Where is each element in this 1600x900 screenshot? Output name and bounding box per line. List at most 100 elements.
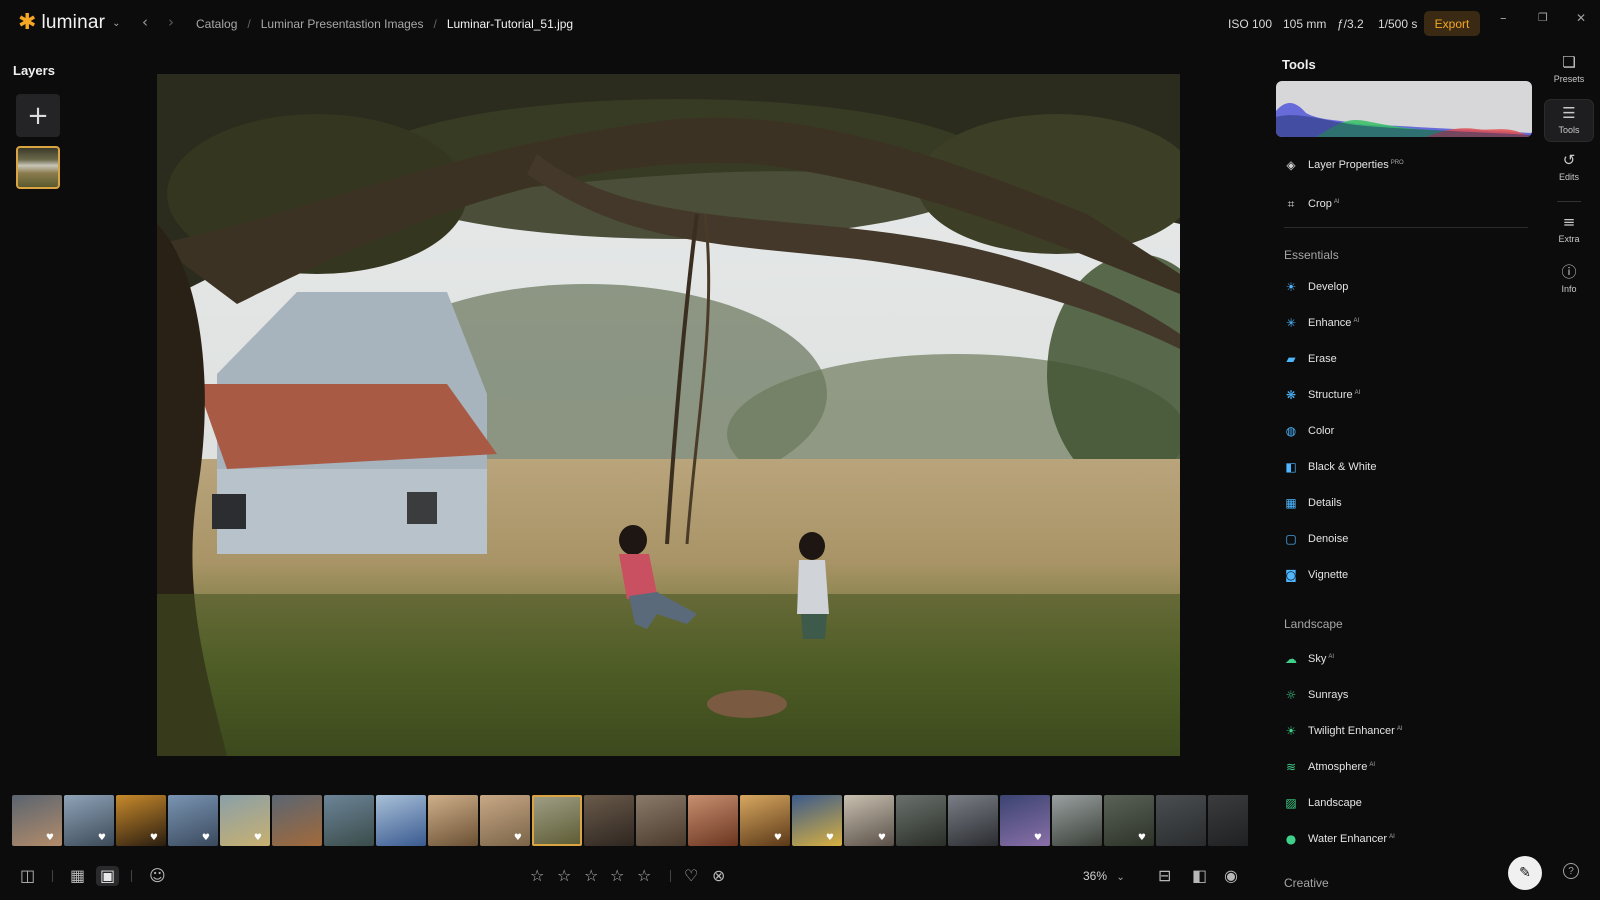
filmstrip-thumbnail[interactable]: ♥ — [220, 795, 270, 846]
help-icon[interactable]: ? — [1563, 863, 1579, 879]
filmstrip-thumbnail[interactable] — [1156, 795, 1206, 846]
tool-erase[interactable]: ▰ Erase — [1284, 352, 1336, 366]
filmstrip-thumbnail[interactable]: ♥ — [480, 795, 530, 846]
rail-info[interactable]: ⓘ Info — [1544, 264, 1594, 294]
breadcrumb-catalog[interactable]: Catalog — [196, 17, 237, 31]
tool-sky[interactable]: ☁ Sky AI — [1284, 652, 1334, 666]
zoom-dropdown[interactable]: 36% ⌄ — [1083, 869, 1125, 883]
layers-title: Layers — [13, 63, 55, 78]
filmstrip-thumbnail[interactable] — [376, 795, 426, 846]
history-icon: ↺ — [1562, 151, 1576, 169]
tool-label: Develop — [1308, 281, 1349, 293]
tool-badge: AI — [1353, 318, 1360, 324]
preview-eye-icon[interactable]: ◉ — [1224, 866, 1238, 886]
compare-icon[interactable]: ⊟ — [1158, 866, 1171, 886]
tool-color[interactable]: ◍ Color — [1284, 424, 1335, 438]
filmstrip-thumbnail[interactable]: ♥ — [1104, 795, 1154, 846]
tool-black-white[interactable]: ◧ Black & White — [1284, 460, 1376, 474]
breadcrumb-folder[interactable]: Luminar Presentastion Images — [261, 17, 424, 31]
filmstrip-thumbnail[interactable] — [428, 795, 478, 846]
details-icon: ▦ — [1285, 496, 1297, 510]
close-icon[interactable]: ✕ — [1576, 11, 1586, 25]
tool-atmosphere[interactable]: ≋ Atmosphere AI — [1284, 760, 1375, 774]
tool-label: Landscape — [1308, 797, 1362, 809]
presets-icon: ❏ — [1562, 53, 1576, 71]
toolbar-divider — [52, 870, 53, 882]
chat-assistant-icon[interactable]: ✎ — [1508, 856, 1542, 890]
tool-enhance[interactable]: ✳ Enhance AI — [1284, 316, 1359, 330]
rating-star-4-icon[interactable]: ☆ — [610, 866, 624, 886]
split-view-icon[interactable]: ◧ — [1192, 866, 1207, 886]
app-logo-menu[interactable]: ✱ luminar ⌄ — [18, 12, 121, 34]
filmstrip-thumbnail[interactable] — [1208, 795, 1248, 846]
rail-presets[interactable]: ❏ Presets — [1544, 54, 1594, 84]
filmstrip-thumbnail[interactable] — [948, 795, 998, 846]
tool-layer-properties[interactable]: ◈ Layer Properties PRO — [1284, 158, 1404, 172]
denoise-icon: ▢ — [1285, 532, 1297, 546]
tool-label: Atmosphere AI — [1308, 761, 1375, 773]
filmstrip-thumbnail[interactable]: ♥ — [12, 795, 62, 846]
tool-crop[interactable]: ⌗ Crop AI — [1284, 197, 1340, 211]
tool-structure[interactable]: ❋ Structure AI — [1284, 388, 1360, 402]
rail-edits[interactable]: ↺ Edits — [1544, 152, 1594, 182]
grid-view-icon[interactable]: ▦ — [70, 866, 85, 886]
tool-badge: PRO — [1390, 160, 1404, 166]
filmstrip-thumbnail[interactable] — [324, 795, 374, 846]
back-arrow-icon[interactable]: ‹ — [142, 13, 148, 31]
add-layer-button[interactable]: + — [16, 94, 60, 137]
restore-icon[interactable]: ❐ — [1538, 11, 1548, 24]
minimize-icon[interactable]: – — [1500, 11, 1507, 26]
tool-vignette[interactable]: ◙ Vignette — [1284, 568, 1348, 582]
rating-star-5-icon[interactable]: ☆ — [637, 866, 651, 886]
toggle-sidebar-icon[interactable]: ◫ — [20, 866, 35, 886]
filmstrip-thumbnail[interactable]: ♥ — [116, 795, 166, 846]
single-image-view-icon[interactable]: ▣ — [96, 866, 120, 886]
list-icon: ≡ — [1562, 213, 1576, 231]
tool-badge: AI — [1354, 390, 1361, 396]
tool-sunrays[interactable]: ☼ Sunrays — [1284, 688, 1349, 702]
tool-details[interactable]: ▦ Details — [1284, 496, 1341, 510]
breadcrumb-separator: / — [247, 17, 251, 31]
layer-thumbnail[interactable] — [16, 146, 60, 189]
emoji-reaction-icon[interactable]: ☺ — [149, 866, 166, 886]
favorite-badge-icon: ♥ — [45, 833, 54, 843]
rail-tools[interactable]: ☰ Tools — [1544, 99, 1594, 142]
filmstrip-thumbnail[interactable]: ♥ — [740, 795, 790, 846]
tool-label: Crop AI — [1308, 198, 1340, 210]
main-photo-canvas[interactable] — [157, 74, 1180, 756]
export-button[interactable]: Export — [1424, 11, 1480, 36]
filmstrip-thumbnail[interactable] — [688, 795, 738, 846]
rating-star-3-icon[interactable]: ☆ — [584, 866, 598, 886]
structure-icon: ❋ — [1285, 388, 1297, 402]
filmstrip-thumbnail[interactable]: ♥ — [64, 795, 114, 846]
zoom-level: 36% — [1083, 869, 1108, 883]
tool-water-enhancer[interactable]: ● Water Enhancer AI — [1284, 832, 1395, 846]
filmstrip-thumbnail[interactable] — [896, 795, 946, 846]
favorite-badge-icon: ♥ — [1137, 833, 1146, 843]
histogram-graph — [1276, 102, 1532, 137]
filmstrip-thumbnail[interactable] — [1052, 795, 1102, 846]
forward-arrow-icon[interactable]: › — [168, 13, 174, 31]
filmstrip-thumbnail[interactable]: ♥ — [168, 795, 218, 846]
toolbar-divider — [670, 870, 671, 882]
tool-twilight-enhancer[interactable]: ☀ Twilight Enhancer AI — [1284, 724, 1403, 738]
rating-star-2-icon[interactable]: ☆ — [557, 866, 571, 886]
filmstrip-thumbnail[interactable] — [272, 795, 322, 846]
filmstrip-thumbnail[interactable] — [636, 795, 686, 846]
rating-star-1-icon[interactable]: ☆ — [530, 866, 544, 886]
tool-develop[interactable]: ☀ Develop — [1284, 280, 1349, 294]
rail-extra[interactable]: ≡ Extra — [1544, 214, 1594, 244]
filmstrip-thumbnail[interactable] — [584, 795, 634, 846]
filmstrip-thumbnail[interactable]: ♥ — [792, 795, 842, 846]
reject-icon[interactable]: ⊗ — [712, 866, 725, 886]
panel-divider — [1284, 227, 1528, 228]
favorite-badge-icon: ♥ — [513, 833, 522, 843]
tool-denoise[interactable]: ▢ Denoise — [1284, 532, 1348, 546]
filmstrip-thumbnail[interactable]: ♥ — [1000, 795, 1050, 846]
landscape-icon: ▨ — [1285, 796, 1297, 810]
filmstrip-thumbnail[interactable] — [532, 795, 582, 846]
filmstrip-thumbnail[interactable]: ♥ — [844, 795, 894, 846]
tool-landscape[interactable]: ▨ Landscape — [1284, 796, 1362, 810]
favorite-heart-icon[interactable]: ♡ — [684, 866, 698, 886]
tool-label: Enhance AI — [1308, 317, 1360, 329]
